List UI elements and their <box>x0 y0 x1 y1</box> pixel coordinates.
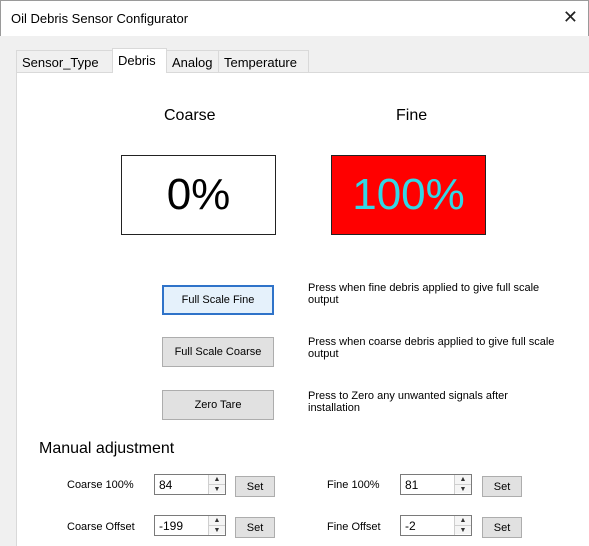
spin-buttons: ▲ ▼ <box>454 475 471 494</box>
coarse-offset-value[interactable]: -199 <box>159 519 183 533</box>
coarse-offset-label: Coarse Offset <box>67 521 135 533</box>
tab-sensor-type[interactable]: Sensor_Type <box>16 50 113 72</box>
coarse-100-spinbox[interactable]: 84 ▲ ▼ <box>154 474 226 495</box>
coarse-heading: Coarse <box>164 107 216 124</box>
manual-adjustment-title: Manual adjustment <box>39 440 175 457</box>
spin-up-icon[interactable]: ▲ <box>209 475 225 484</box>
spin-down-icon[interactable]: ▼ <box>209 525 225 534</box>
debris-panel: Coarse Fine 0% 100% Full Scale Fine Pres… <box>16 72 589 546</box>
full-scale-coarse-note: Press when coarse debris applied to give… <box>308 336 555 360</box>
zero-tare-note: Press to Zero any unwanted signals after… <box>308 390 508 414</box>
fine-100-label: Fine 100% <box>327 479 380 491</box>
fine-offset-set-button[interactable]: Set <box>482 517 522 538</box>
spin-up-icon[interactable]: ▲ <box>209 516 225 525</box>
fine-heading: Fine <box>396 107 428 124</box>
spin-down-icon[interactable]: ▼ <box>209 484 225 493</box>
fine-offset-label: Fine Offset <box>327 521 381 533</box>
coarse-offset-set-button[interactable]: Set <box>235 517 275 538</box>
spin-up-icon[interactable]: ▲ <box>455 475 471 484</box>
fine-100-set-button[interactable]: Set <box>482 476 522 497</box>
fine-100-value[interactable]: 81 <box>405 478 418 492</box>
title-bar: Oil Debris Sensor Configurator ✕ <box>0 0 589 36</box>
spin-up-icon[interactable]: ▲ <box>455 516 471 525</box>
spin-buttons: ▲ ▼ <box>208 475 225 494</box>
coarse-100-value[interactable]: 84 <box>159 478 172 492</box>
coarse-offset-spinbox[interactable]: -199 ▲ ▼ <box>154 515 226 536</box>
spin-down-icon[interactable]: ▼ <box>455 484 471 493</box>
coarse-percent-display: 0% <box>121 155 276 235</box>
spin-buttons: ▲ ▼ <box>454 516 471 535</box>
fine-offset-spinbox[interactable]: -2 ▲ ▼ <box>400 515 472 536</box>
window-title: Oil Debris Sensor Configurator <box>11 11 189 26</box>
zero-tare-button[interactable]: Zero Tare <box>162 390 274 420</box>
fine-100-spinbox[interactable]: 81 ▲ ▼ <box>400 474 472 495</box>
full-scale-fine-note: Press when fine debris applied to give f… <box>308 282 540 306</box>
fine-offset-value[interactable]: -2 <box>405 519 416 533</box>
spin-buttons: ▲ ▼ <box>208 516 225 535</box>
fine-percent-display: 100% <box>331 155 486 235</box>
spin-down-icon[interactable]: ▼ <box>455 525 471 534</box>
coarse-100-label: Coarse 100% <box>67 479 134 491</box>
close-icon[interactable]: ✕ <box>563 7 578 27</box>
coarse-100-set-button[interactable]: Set <box>235 476 275 497</box>
full-scale-fine-button[interactable]: Full Scale Fine <box>162 285 274 315</box>
full-scale-coarse-button[interactable]: Full Scale Coarse <box>162 337 274 367</box>
tab-debris[interactable]: Debris <box>112 48 167 73</box>
tab-temperature[interactable]: Temperature <box>218 50 309 72</box>
tab-analog[interactable]: Analog <box>166 50 219 72</box>
